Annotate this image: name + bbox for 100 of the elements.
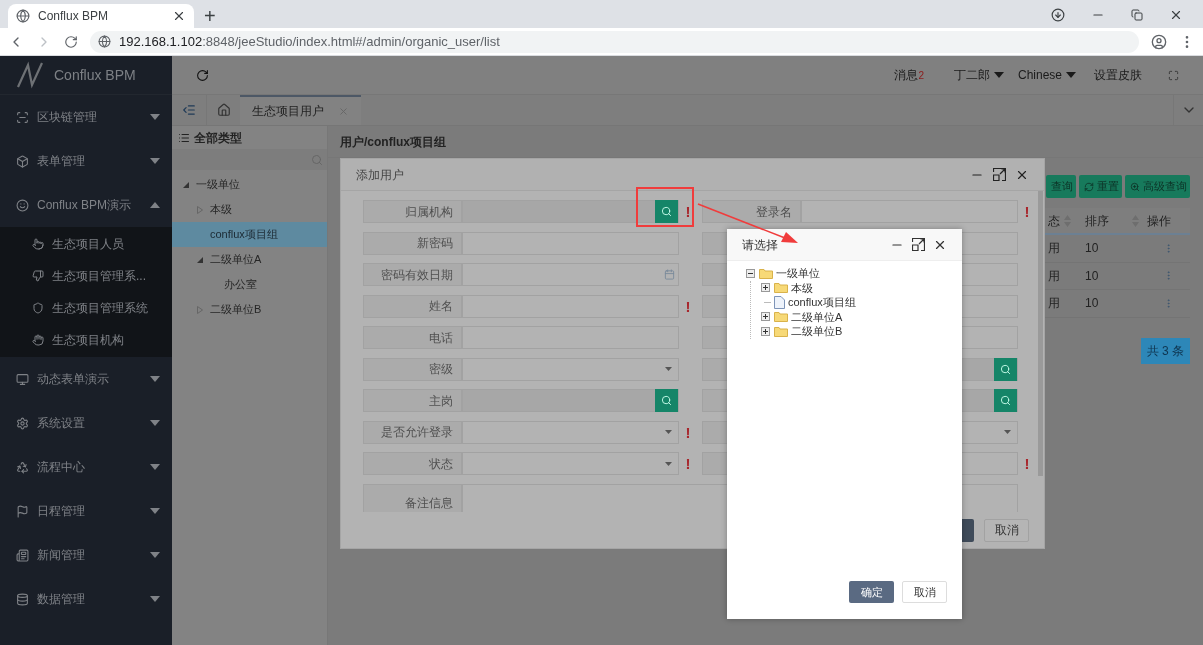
required-mark: ! [685,204,691,219]
menu-item[interactable]: 系统设置 [0,401,172,445]
tree-node[interactable]: 本级 [172,197,327,222]
refresh-icon [1084,181,1094,192]
menu-item[interactable]: 数据管理 [0,577,172,621]
submenu-item[interactable]: 生态项目机构 [0,324,172,356]
caret-icon [150,596,160,602]
select-field[interactable] [462,420,679,444]
tree-node[interactable]: 一级单位 [745,266,962,281]
column-header[interactable]: 操作 [1143,208,1190,233]
reload-icon[interactable] [64,34,78,49]
list-icon [178,132,190,144]
menu-item[interactable]: 新闻管理 [0,533,172,577]
shield-icon [32,302,44,314]
collapsed-arrow-icon[interactable] [197,205,203,214]
menu-icon[interactable] [182,103,196,117]
field-label: 电话 [363,326,462,349]
file-icon [774,295,785,309]
dialog-button[interactable]: 取消 [902,581,947,603]
dialog-button[interactable]: 确定 [849,581,894,603]
scrollbar[interactable] [1038,191,1043,476]
expanded-arrow-icon[interactable] [197,256,203,263]
fullscreen-icon[interactable] [1168,69,1179,81]
menu-item[interactable]: 动态表单演示 [0,357,172,401]
tree-node[interactable]: 二级单位A [172,247,327,272]
menu-item[interactable]: 表单管理 [0,139,172,183]
field-label: 状态 [363,452,462,475]
collapsed-arrow-icon[interactable] [197,305,203,314]
tree-node[interactable]: 二级单位A [760,309,962,324]
close-icon[interactable] [172,9,186,23]
skin-link[interactable]: 设置皮肤 [1094,66,1142,84]
maximize-icon[interactable] [993,168,1006,181]
search-field[interactable] [172,149,327,170]
messages-link[interactable]: 消息2 [894,66,924,84]
panel-title: 全部类型 [194,130,242,147]
tree-node[interactable]: 一级单位 [172,172,327,197]
globe-icon [16,9,30,23]
language-menu[interactable]: Chinese [1017,66,1076,84]
tree-node[interactable]: 二级单位B [760,324,962,339]
caret-icon [150,464,160,470]
menu-item[interactable]: 日程管理 [0,489,172,533]
field-label: 登录名 [702,200,801,223]
search-button[interactable] [655,389,678,412]
submenu-item[interactable]: 生态项目管理系统 [0,292,172,324]
dialog-button[interactable]: 取消 [984,518,1029,542]
submenu-item[interactable]: 生态项目管理系... [0,260,172,292]
tree-node[interactable]: 本级 [760,280,962,295]
table-cell-text: 用 [1047,267,1061,285]
tree-node[interactable]: 办公室 [172,272,327,297]
search-button[interactable] [994,357,1017,381]
menu-item[interactable]: 区块链管理 [0,95,172,139]
expanded-arrow-icon[interactable] [183,181,189,188]
tree-node[interactable]: conflux项目组 [760,295,962,310]
url-field[interactable]: 192.168.1.102:8848/jeeStudio/index.html#/admin/organic_user/list [90,30,1139,53]
column-header[interactable]: 态 [1044,208,1075,233]
field-label: 主岗 [363,389,462,412]
select-field[interactable] [462,452,679,475]
page-tab[interactable]: 生态项目用户 [240,95,361,125]
refresh-icon[interactable] [196,68,209,82]
caret-icon [150,552,160,558]
lookup-field[interactable] [462,389,679,412]
user-menu[interactable]: 丁二郎 [953,66,1004,84]
tree-node[interactable]: conflux项目组 [172,222,327,247]
download-icon[interactable] [1051,8,1065,22]
tree-node[interactable]: 二级单位B [172,297,327,322]
field-label: 是否允许登录 [363,420,462,444]
toolbar-button[interactable]: 高级查询 [1125,175,1190,198]
home-icon[interactable] [216,103,231,117]
maximize-icon[interactable] [912,238,925,251]
required-mark: ! [685,424,691,440]
dropdown-caret-icon [665,429,672,435]
search-button[interactable] [655,200,678,223]
menu-item[interactable]: 流程中心 [0,445,172,489]
expand-icon[interactable] [761,283,770,293]
caret-icon [150,114,160,120]
expand-icon[interactable] [761,312,770,322]
folder-icon [774,325,788,337]
close-icon[interactable] [1169,8,1183,22]
dropdown-caret-icon [1004,429,1011,435]
restore-icon[interactable] [1131,9,1143,21]
settings-icon [16,416,29,430]
column-header[interactable]: 排序 [1075,208,1143,233]
select-field[interactable] [462,357,679,381]
browser-tab[interactable]: Conflux BPM [8,4,194,28]
database-icon [16,592,29,606]
calendar-icon[interactable] [664,269,675,280]
folder-icon [759,267,773,279]
new-tab-button[interactable]: + [204,6,216,26]
collapse-icon[interactable] [746,268,755,278]
date-field[interactable] [462,263,679,286]
toolbar-button[interactable]: 查询 [1046,175,1076,198]
toolbar-button[interactable]: 重置 [1079,175,1122,198]
expand-icon[interactable] [761,326,770,336]
field-label: 密码有效日期 [363,263,462,286]
profile-icon[interactable] [1151,33,1167,50]
search-icon [661,395,672,406]
search-button[interactable] [994,389,1017,412]
submenu-item[interactable]: 生态项目人员 [0,228,172,260]
menu-item[interactable]: Conflux BPM演示 [0,183,172,227]
lookup-field[interactable] [462,200,679,223]
